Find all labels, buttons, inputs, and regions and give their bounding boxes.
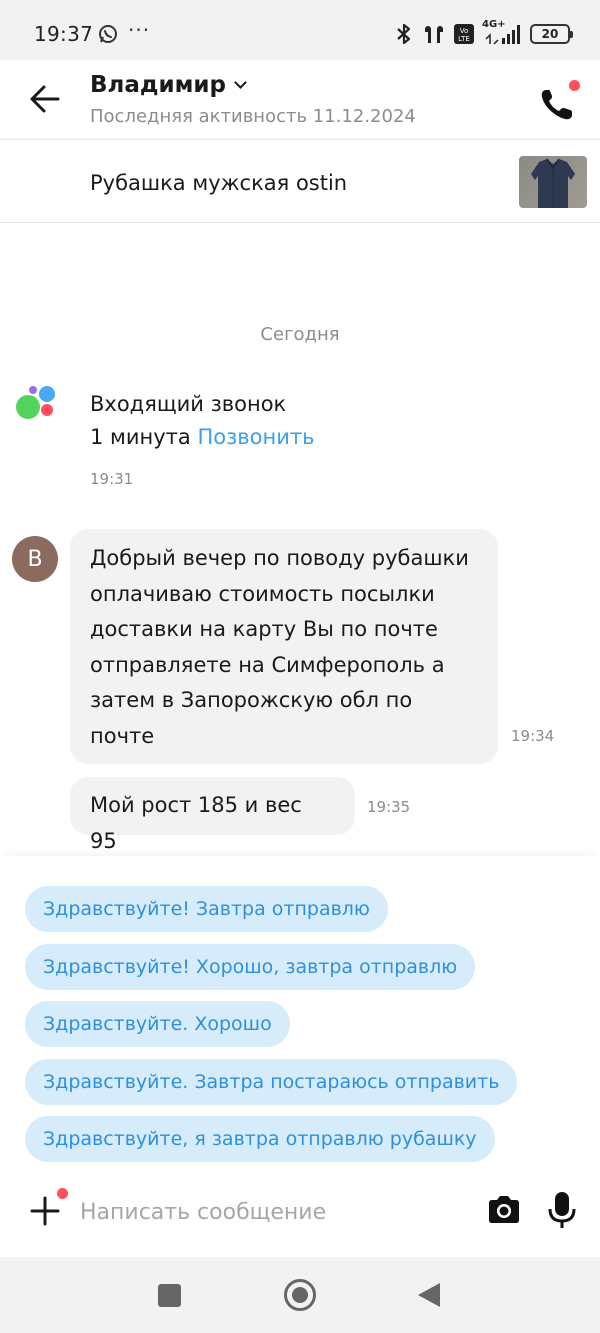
quick-reply-chip[interactable]: Здравствуйте, я завтра отправлю рубашку <box>25 1116 495 1162</box>
last-seen-text: Последняя активность 11.12.2024 <box>90 106 416 127</box>
chat-header: Владимир Последняя активность 11.12.2024 <box>0 60 600 140</box>
system-nav-bar <box>0 1257 600 1333</box>
message-line: затем в Запорожскую обл по <box>90 688 413 712</box>
notification-dot <box>569 80 580 91</box>
status-time: 19:37 <box>34 22 94 46</box>
message-line: отправляете на Симферополь а <box>90 652 445 677</box>
whatsapp-icon <box>99 25 117 43</box>
message-line: доставки на карту Вы по почте <box>90 617 438 641</box>
camera-icon[interactable] <box>486 1192 522 1228</box>
volte-icon: Vo LTE <box>454 24 474 44</box>
notification-dot <box>57 1188 68 1199</box>
message-bubble[interactable]: Мой рост 185 и вес 95 <box>70 777 355 853</box>
battery-icon: 20 <box>530 24 573 44</box>
incoming-call-details: 1 минута Позвонить <box>90 425 315 449</box>
message-time: 19:35 <box>367 798 411 816</box>
bluetooth-icon <box>397 23 411 45</box>
avito-logo-icon <box>14 386 58 422</box>
attach-button[interactable] <box>28 1188 68 1228</box>
quick-replies-panel: Здравствуйте! Завтра отправлю Здравствуй… <box>0 856 600 1176</box>
product-row[interactable]: Рубашка мужская ostin <box>0 141 600 223</box>
product-image <box>519 156 587 208</box>
date-separator: Сегодня <box>260 324 340 345</box>
quick-reply-chip[interactable]: Здравствуйте! Хорошо, завтра отправлю <box>25 944 476 990</box>
microphone-icon[interactable] <box>544 1190 580 1230</box>
headphones-icon <box>425 26 443 43</box>
call-back-link[interactable]: Позвонить <box>197 425 314 449</box>
back-arrow-icon[interactable] <box>28 82 62 116</box>
back-triangle-icon[interactable] <box>418 1283 440 1307</box>
svg-text:Vo: Vo <box>460 27 469 35</box>
message-bubble[interactable]: Добрый вечер по поводу рубашки оплачиваю… <box>70 529 498 764</box>
svg-text:LTE: LTE <box>458 35 470 43</box>
avatar-letter: В <box>27 546 43 572</box>
incoming-call-title: Входящий звонок <box>90 392 287 416</box>
message-line: оплачиваю стоимость посылки <box>90 581 435 606</box>
status-bar: 19:37 ··· Vo LTE 4G+ 20 <box>0 0 600 60</box>
home-icon[interactable] <box>284 1279 316 1311</box>
quick-reply-chip[interactable]: Здравствуйте! Завтра отправлю <box>25 886 388 932</box>
status-overflow: ··· <box>128 18 151 42</box>
call-duration: 1 минута <box>90 425 191 449</box>
quick-reply-chip[interactable]: Здравствуйте. Хорошо <box>25 1001 290 1047</box>
message-input-bar <box>0 1176 600 1256</box>
chevron-down-icon <box>234 76 247 89</box>
contact-name-button[interactable]: Владимир <box>90 72 247 98</box>
recents-icon[interactable] <box>158 1284 181 1307</box>
product-title: Рубашка мужская ostin <box>90 171 348 195</box>
call-button[interactable] <box>538 80 580 120</box>
message-time: 19:34 <box>511 727 555 745</box>
message-line: Добрый вечер по поводу рубашки <box>90 546 469 570</box>
battery-level: 20 <box>541 27 559 41</box>
message-line: Мой рост 185 и вес 95 <box>90 793 302 853</box>
call-time: 19:31 <box>90 470 134 488</box>
plus-icon <box>30 1196 60 1226</box>
phone-icon <box>541 90 572 120</box>
message-input[interactable] <box>80 1192 460 1232</box>
signal-icon: 4G+ <box>482 19 522 45</box>
status-icons: Vo LTE 4G+ 20 <box>394 19 573 46</box>
avatar[interactable]: В <box>12 536 58 582</box>
message-line: почте <box>90 723 155 748</box>
quick-reply-chip[interactable]: Здравствуйте. Завтра постараюсь отправит… <box>25 1059 518 1105</box>
contact-name: Владимир <box>90 72 226 98</box>
